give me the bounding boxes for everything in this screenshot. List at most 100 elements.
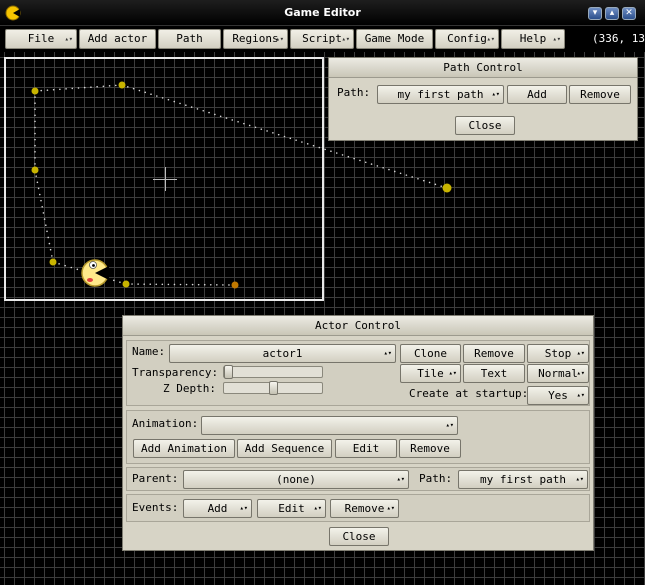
path-dot bbox=[219, 115, 222, 118]
chevron-updown-icon: ▴▾ bbox=[275, 35, 284, 43]
path-close-button[interactable]: Close bbox=[455, 116, 515, 135]
edit-event-select[interactable]: Edit ▴▾ bbox=[257, 499, 326, 518]
parent-select[interactable]: (none) ▴▾ bbox=[183, 470, 409, 489]
path-dot bbox=[318, 146, 321, 149]
actor-name-value: actor1 bbox=[262, 347, 303, 360]
actor-path-select[interactable]: my first path ▴▾ bbox=[458, 470, 588, 489]
path-key-point[interactable] bbox=[31, 87, 39, 95]
actor-properties-section: Name: actor1 ▴▾ Clone Remove Stop ▴▾ Trans… bbox=[126, 340, 590, 406]
path-dot bbox=[222, 284, 224, 286]
path-dot bbox=[83, 86, 86, 89]
path-dot bbox=[36, 181, 39, 184]
close-window-icon[interactable]: ✕ bbox=[622, 7, 636, 20]
edit-animation-button[interactable]: Edit bbox=[335, 439, 397, 458]
parent-label: Parent: bbox=[132, 472, 179, 485]
path-dot bbox=[131, 283, 133, 285]
pacman-actor[interactable] bbox=[81, 259, 109, 287]
path-dot bbox=[203, 283, 206, 286]
normal-value: Normal bbox=[538, 367, 578, 380]
path-dot bbox=[405, 174, 408, 176]
path-dot bbox=[231, 119, 234, 121]
path-dot bbox=[119, 281, 121, 283]
add-sequence-button[interactable]: Add Sequence bbox=[237, 439, 332, 458]
path-dot bbox=[306, 143, 309, 145]
file-menu-label: File bbox=[27, 32, 55, 45]
path-button[interactable]: Path bbox=[158, 29, 221, 49]
zdepth-slider[interactable] bbox=[223, 381, 323, 395]
path-dot bbox=[243, 122, 245, 125]
path-dot bbox=[59, 88, 61, 91]
script-menu-button[interactable]: Script ▴▾ bbox=[290, 29, 354, 49]
path-dot bbox=[364, 161, 367, 164]
zdepth-slider-thumb[interactable] bbox=[269, 381, 278, 395]
path-dot bbox=[289, 137, 292, 140]
path-dot bbox=[34, 144, 36, 147]
transparency-slider[interactable] bbox=[223, 365, 323, 379]
path-dot bbox=[254, 126, 257, 129]
path-dot bbox=[179, 283, 182, 286]
minimize-icon[interactable]: ▾ bbox=[588, 7, 602, 20]
add-animation-button[interactable]: Add Animation bbox=[133, 439, 235, 458]
tile-select[interactable]: Tile ▴▾ bbox=[400, 364, 461, 383]
path-select[interactable]: my first path ▴▾ bbox=[377, 85, 504, 104]
path-dot bbox=[312, 144, 315, 147]
remove-actor-button[interactable]: Remove bbox=[463, 344, 525, 363]
actor-close-button[interactable]: Close bbox=[329, 527, 389, 546]
path-dot bbox=[347, 155, 350, 158]
file-menu-button[interactable]: File ▴▾ bbox=[5, 29, 77, 49]
path-dot bbox=[34, 96, 36, 98]
path-dot bbox=[260, 128, 263, 130]
help-label: Help bbox=[519, 32, 547, 45]
add-path-button[interactable]: Add bbox=[507, 85, 567, 104]
transparency-slider-thumb[interactable] bbox=[224, 365, 233, 379]
add-event-value: Add bbox=[207, 502, 228, 515]
path-dot bbox=[370, 163, 373, 165]
path-dot bbox=[399, 172, 402, 175]
path-dot bbox=[272, 132, 274, 134]
remove-path-button[interactable]: Remove bbox=[569, 85, 631, 104]
path-dot bbox=[156, 95, 158, 97]
path-dot bbox=[335, 152, 338, 154]
stop-select[interactable]: Stop ▴▾ bbox=[527, 344, 589, 363]
path-key-point[interactable] bbox=[231, 281, 239, 289]
config-menu-button[interactable]: Config ▴▾ bbox=[435, 29, 499, 49]
path-dot bbox=[434, 183, 437, 186]
chevron-updown-icon: ▴▾ bbox=[552, 35, 561, 43]
create-at-startup-select[interactable]: Yes ▴▾ bbox=[527, 386, 589, 405]
help-menu-button[interactable]: Help ▴▾ bbox=[501, 29, 565, 49]
path-dot bbox=[46, 230, 48, 233]
path-dot bbox=[155, 283, 158, 286]
path-dot bbox=[283, 135, 286, 138]
path-key-point[interactable] bbox=[122, 280, 130, 288]
game-mode-button[interactable]: Game Mode bbox=[356, 29, 433, 49]
animation-select[interactable]: ▴▾ bbox=[201, 416, 458, 435]
menu-bar: File ▴▾ Add actor Path Regions ▴▾ Script ▴▾… bbox=[0, 26, 645, 52]
tile-value: Tile bbox=[417, 367, 444, 380]
path-dot bbox=[417, 178, 419, 180]
path-dot bbox=[34, 150, 36, 153]
text-button[interactable]: Text bbox=[463, 364, 525, 383]
add-event-select[interactable]: Add ▴▾ bbox=[183, 499, 252, 518]
regions-menu-button[interactable]: Regions ▴▾ bbox=[223, 29, 288, 49]
actor-control-title: Actor Control bbox=[123, 316, 593, 336]
path-dot bbox=[144, 91, 147, 94]
path-dot bbox=[295, 139, 297, 141]
path-dot bbox=[411, 176, 413, 178]
path-dot bbox=[34, 132, 36, 135]
remove-event-select[interactable]: Remove ▴▾ bbox=[330, 499, 399, 518]
actor-name-select[interactable]: actor1 ▴▾ bbox=[169, 344, 396, 363]
normal-select[interactable]: Normal ▴▾ bbox=[527, 364, 589, 383]
path-key-point[interactable] bbox=[442, 183, 452, 193]
path-key-point[interactable] bbox=[118, 81, 126, 89]
chevron-updown-icon: ▴▾ bbox=[383, 349, 392, 357]
clone-button[interactable]: Clone bbox=[400, 344, 461, 363]
path-key-point[interactable] bbox=[31, 166, 39, 174]
path-key-point[interactable] bbox=[49, 258, 57, 266]
path-dot bbox=[48, 242, 51, 245]
path-dot bbox=[277, 133, 280, 136]
add-actor-button[interactable]: Add actor bbox=[79, 29, 156, 49]
path-dot bbox=[34, 120, 36, 123]
path-dot bbox=[58, 263, 60, 265]
remove-animation-button[interactable]: Remove bbox=[399, 439, 461, 458]
maximize-icon[interactable]: ▴ bbox=[605, 7, 619, 20]
